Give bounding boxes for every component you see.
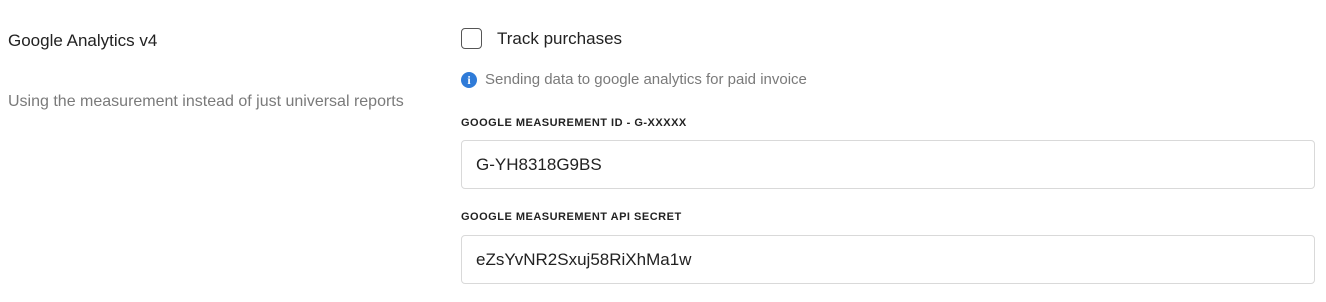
api-secret-label: GOOGLE MEASUREMENT API SECRET	[461, 211, 682, 223]
track-purchases-checkbox[interactable]	[461, 28, 482, 49]
measurement-id-input[interactable]	[461, 140, 1315, 189]
info-icon: i	[461, 71, 477, 88]
section-description: Using the measurement instead of just un…	[8, 93, 404, 110]
track-purchases-hint: i Sending data to google analytics for p…	[461, 71, 807, 88]
section-title: Google Analytics v4	[8, 31, 158, 50]
google-analytics-settings-section: Google Analytics v4 Using the measuremen…	[0, 0, 1326, 302]
track-purchases-label: Track purchases	[497, 28, 623, 48]
measurement-id-label: GOOGLE MEASUREMENT ID - G-XXXXX	[461, 117, 687, 129]
api-secret-input[interactable]	[461, 235, 1315, 284]
hint-text: Sending data to google analytics for pai…	[485, 71, 807, 88]
track-purchases-toggle[interactable]: Track purchases	[461, 28, 622, 49]
